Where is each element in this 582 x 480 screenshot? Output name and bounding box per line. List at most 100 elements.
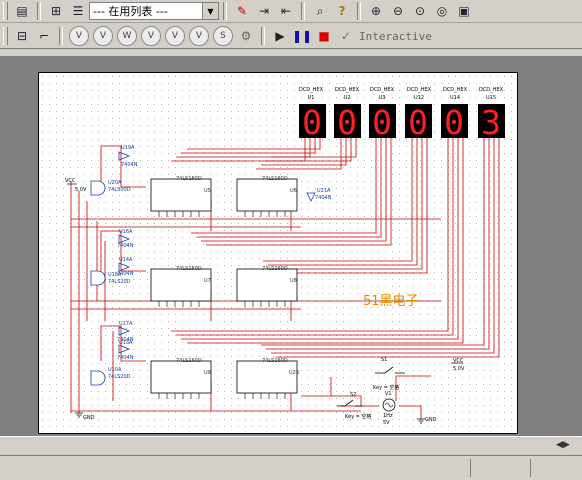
sim-button-7[interactable]: S bbox=[213, 26, 233, 46]
inverter-u14a-symbol bbox=[118, 262, 131, 272]
status-bar bbox=[0, 436, 582, 480]
toolbar-grip[interactable] bbox=[3, 27, 8, 45]
counter-u8-part: 74LS160D bbox=[262, 266, 288, 272]
chevron-down-icon[interactable]: ▼ bbox=[202, 3, 218, 19]
inverter-u13a-symbol bbox=[118, 344, 131, 354]
schematic-sheet[interactable]: DCD_HEX U1 0 DCD_HEX U2 0 DCD_HEX U3 0 D… bbox=[38, 72, 518, 434]
sim-button-4[interactable]: V bbox=[141, 26, 161, 46]
sim-button-2[interactable]: V bbox=[93, 26, 113, 46]
display-u3-digit: 0 bbox=[372, 103, 392, 142]
zoom-out-icon[interactable]: ⊖ bbox=[388, 1, 408, 21]
switch-s1[interactable]: S1 Key = 空格 bbox=[373, 357, 405, 391]
inverter-u13a: U13A 7404N bbox=[117, 340, 134, 361]
inverter-u19a: U19A 7404N bbox=[118, 145, 138, 168]
sim-button-1[interactable]: V bbox=[69, 26, 89, 46]
toolbar-separator bbox=[357, 2, 361, 20]
nand-u18a-ref: U18A bbox=[108, 272, 122, 278]
counter-u5-part: 74LS160D bbox=[176, 176, 202, 182]
display-u12-digit: 0 bbox=[408, 103, 428, 142]
switch-s1-ref: S1 bbox=[381, 357, 387, 363]
nand-u18a-symbol bbox=[90, 270, 106, 286]
inverter-u21a: U21A 7404N bbox=[306, 188, 332, 202]
sim-button-5[interactable]: V bbox=[165, 26, 185, 46]
probe-icon[interactable]: ✎ bbox=[232, 1, 252, 21]
sim-button-3[interactable]: W bbox=[117, 26, 137, 46]
inverter-u19a-ref: U19A bbox=[121, 145, 135, 151]
fullscreen-icon[interactable]: ▣ bbox=[454, 1, 474, 21]
counter-u8-body bbox=[236, 268, 298, 302]
display-u3: DCD_HEX U3 0 bbox=[369, 87, 396, 142]
inverter-u16a-symbol bbox=[118, 234, 131, 244]
counter-u8: 74LS160D U8 bbox=[236, 266, 298, 302]
nand-u20a-symbol bbox=[90, 180, 106, 196]
standard-toolbar: ▤ ⊞ ☰ --- 在用列表 --- ▼ ✎ ⇥ ⇤ ⌕ ? ⊕ ⊖ ⊙ ◎ ▣ bbox=[0, 0, 582, 23]
zoom-fit-icon[interactable]: ◎ bbox=[432, 1, 452, 21]
inverter-u19a-symbol bbox=[118, 151, 131, 161]
counter-u6-ref: U6 bbox=[290, 188, 297, 194]
toolbar-separator bbox=[301, 2, 305, 20]
toolbar-grip[interactable] bbox=[3, 2, 8, 20]
counter-u5-ref: U5 bbox=[204, 188, 211, 194]
display-u14-type: DCD_HEX bbox=[443, 87, 468, 93]
sim-button-6[interactable]: V bbox=[189, 26, 209, 46]
nand-u10a-symbol bbox=[90, 370, 106, 386]
counter-u7-ref: U7 bbox=[204, 278, 211, 284]
inverter-u13a-part: 7404N bbox=[117, 355, 134, 361]
schematic-drawing: DCD_HEX U1 0 DCD_HEX U2 0 DCD_HEX U3 0 D… bbox=[65, 87, 505, 426]
switch-s2-ref: S2 bbox=[350, 392, 356, 398]
counter-u6: 74LS160D U6 bbox=[236, 176, 298, 212]
postprocess-icon[interactable]: ⇥ bbox=[254, 1, 274, 21]
in-use-list-value: --- 在用列表 --- bbox=[93, 5, 168, 18]
run-icon[interactable]: ▶ bbox=[270, 26, 290, 46]
list-icon[interactable]: ☰ bbox=[68, 1, 88, 21]
display-u12-type: DCD_HEX bbox=[407, 87, 432, 93]
counter-u23-ref: U23 bbox=[289, 370, 299, 376]
in-use-list-combo[interactable]: --- 在用列表 --- ▼ bbox=[89, 2, 219, 20]
nand-u18a-part: 74LS20D bbox=[108, 279, 131, 285]
toolbar-separator bbox=[59, 27, 63, 45]
switch-s1-key: Key = 空格 bbox=[373, 384, 399, 391]
display-u14-ref: U14 bbox=[450, 95, 460, 101]
display-u15: DCD_HEX U15 3 bbox=[478, 87, 505, 142]
vcc-right-value: 5.0V bbox=[453, 366, 465, 372]
ground-right-label: GND bbox=[425, 417, 437, 423]
toolbar-separator bbox=[223, 2, 227, 20]
display-u3-ref: U3 bbox=[379, 95, 386, 101]
clock-source-v1: V1 1Hz 5V bbox=[382, 391, 396, 426]
inverter-u21a-symbol bbox=[306, 192, 316, 202]
vcc-left-value: 5.0V bbox=[75, 187, 87, 193]
nand-u10a-ref: U10A bbox=[108, 367, 122, 373]
simulation-toolbar: ⊟ ⌐ V V W V V V S ⚙ ▶ ❚❚ ■ ✓ Interactive bbox=[0, 24, 582, 49]
ground-left-label: GND bbox=[83, 415, 95, 421]
inverter-u21a-part: 7404N bbox=[315, 195, 332, 201]
counter-u8-ref: U8 bbox=[290, 278, 297, 284]
zoom-in-icon[interactable]: ⊕ bbox=[366, 1, 386, 21]
ground-left: GND bbox=[75, 412, 95, 421]
inverter-u17a-ref: U17A bbox=[119, 321, 133, 327]
display-u14: DCD_HEX U14 0 bbox=[441, 87, 468, 142]
interactive-mode-icon[interactable]: ✓ bbox=[336, 26, 356, 46]
step-icon[interactable]: ⌐ bbox=[34, 26, 54, 46]
watermark-text: 51黑电子 bbox=[363, 294, 419, 309]
help-icon[interactable]: ? bbox=[332, 1, 352, 21]
bom-icon[interactable]: ▤ bbox=[12, 1, 32, 21]
clock-source-ref: V1 bbox=[385, 391, 392, 397]
zoom-area-icon[interactable]: ⊙ bbox=[410, 1, 430, 21]
interactive-mode-label[interactable]: Interactive bbox=[359, 30, 432, 43]
display-u2-digit: 0 bbox=[337, 103, 357, 142]
inverter-u16a-ref: U16A bbox=[119, 229, 133, 235]
tree-icon[interactable]: ⊞ bbox=[46, 1, 66, 21]
gear-icon[interactable]: ⚙ bbox=[236, 26, 256, 46]
inverter-u17a-symbol bbox=[118, 326, 131, 336]
scroll-arrows-icon[interactable]: ◀▶ bbox=[556, 440, 582, 454]
bus-icon[interactable]: ⊟ bbox=[12, 26, 32, 46]
pause-icon[interactable]: ❚❚ bbox=[292, 26, 312, 46]
zoom-search-icon[interactable]: ⌕ bbox=[310, 1, 330, 21]
counter-u7-body bbox=[150, 268, 212, 302]
stop-icon[interactable]: ■ bbox=[314, 26, 334, 46]
counter-u6-body bbox=[236, 178, 298, 212]
display-u12-ref: U12 bbox=[414, 95, 424, 101]
nand-u10a-part: 74LS20D bbox=[108, 374, 131, 380]
display-u12: DCD_HEX U12 0 bbox=[405, 87, 432, 142]
back-annotate-icon[interactable]: ⇤ bbox=[276, 1, 296, 21]
